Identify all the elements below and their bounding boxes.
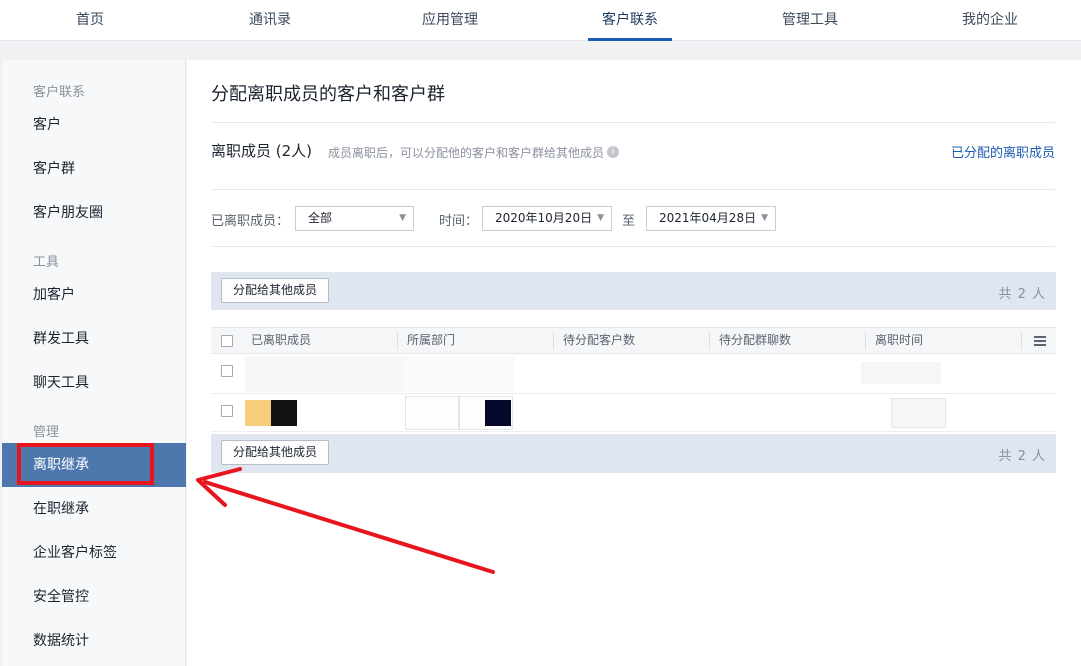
sidebar-group-tools: 工具 <box>33 255 60 270</box>
main-panel: 分配离职成员的客户和客户群 离职成员 (2人) 成员离职后，可以分配他的客户和客… <box>187 60 1081 666</box>
action-bar-bottom: 分配给其他成员 共 2 人 <box>211 434 1056 473</box>
column-separator <box>553 332 554 350</box>
avatar <box>485 400 511 426</box>
sidebar-item-add-customer[interactable]: 加客户 <box>2 273 186 317</box>
sidebar-item-statistics[interactable]: 数据统计 <box>2 619 186 663</box>
annotation-highlight-box <box>17 443 154 485</box>
redacted-resign-time <box>891 398 946 428</box>
divider <box>211 189 1055 190</box>
sidebar-item-customers[interactable]: 客户 <box>2 103 186 147</box>
column-separator <box>397 332 398 350</box>
redacted-department <box>405 356 515 392</box>
sidebar-item-chat-tools[interactable]: 聊天工具 <box>2 361 186 405</box>
total-count: 共 2 人 <box>998 449 1046 464</box>
chevron-down-icon: ▼ <box>761 213 768 223</box>
sidebar-item-customer-groups[interactable]: 客户群 <box>2 147 186 191</box>
sidebar-item-active-inheritance[interactable]: 在职继承 <box>2 487 186 531</box>
page-title: 分配离职成员的客户和客户群 <box>211 84 445 105</box>
column-menu-icon[interactable] <box>1034 336 1046 346</box>
row-checkbox[interactable] <box>221 405 233 417</box>
assigned-members-link[interactable]: 已分配的离职成员 <box>951 142 1055 161</box>
assign-to-others-button[interactable]: 分配给其他成员 <box>221 440 330 465</box>
member-select-value: 全部 <box>308 211 333 225</box>
member-filter-label: 已离职成员： <box>211 214 290 229</box>
sidebar-item-security[interactable]: 安全管控 <box>2 575 186 619</box>
row-checkbox[interactable] <box>221 365 233 377</box>
divider <box>211 122 1055 123</box>
column-separator <box>1021 332 1022 350</box>
col-pending-group-chats[interactable]: 待分配群聊数 <box>719 328 791 353</box>
chevron-down-icon: ▼ <box>399 213 406 223</box>
table-row[interactable] <box>211 354 1056 394</box>
sidebar-item-mass-send[interactable]: 群发工具 <box>2 317 186 361</box>
time-filter-label: 时间： <box>439 214 479 229</box>
member-select[interactable]: 全部 ▼ <box>295 206 414 231</box>
start-date-value: 2020年10月20日 <box>495 211 593 225</box>
col-resigned-member[interactable]: 已离职成员 <box>251 328 311 353</box>
table-header: 已离职成员 所属部门 待分配客户数 待分配群聊数 离职时间 <box>211 327 1056 354</box>
sidebar-group-customer-contact: 客户联系 <box>33 85 86 100</box>
sidebar: 客户联系 客户 客户群 客户朋友圈 工具 加客户 群发工具 聊天工具 管理 离职… <box>2 60 186 666</box>
section-title: 离职成员 (2人) <box>211 142 313 160</box>
column-separator <box>865 332 866 350</box>
info-icon[interactable]: i <box>607 146 619 158</box>
column-separator <box>709 332 710 350</box>
start-date-select[interactable]: 2020年10月20日 ▼ <box>482 206 612 231</box>
select-all-checkbox[interactable] <box>221 335 233 347</box>
tab-admin-tools[interactable]: 管理工具 <box>750 0 870 41</box>
top-nav: 首页 通讯录 应用管理 客户联系 管理工具 我的企业 <box>0 0 1081 41</box>
table-row[interactable] <box>211 394 1056 432</box>
avatar <box>245 400 271 426</box>
redacted-resign-time <box>861 362 941 384</box>
sidebar-group-management: 管理 <box>33 425 60 440</box>
redacted-member <box>245 356 405 392</box>
sidebar-item-customer-tags[interactable]: 企业客户标签 <box>2 531 186 575</box>
to-label: 至 <box>622 214 636 229</box>
section-hint: 成员离职后，可以分配他的客户和客户群给其他成员 <box>328 146 605 160</box>
avatar <box>271 400 297 426</box>
tab-app-management[interactable]: 应用管理 <box>390 0 510 41</box>
col-pending-customers[interactable]: 待分配客户数 <box>563 328 635 353</box>
col-department[interactable]: 所属部门 <box>407 328 455 353</box>
divider <box>211 246 1055 247</box>
col-resign-time[interactable]: 离职时间 <box>875 328 923 353</box>
total-count: 共 2 人 <box>998 287 1046 302</box>
action-bar-top: 分配给其他成员 共 2 人 <box>211 272 1056 310</box>
assign-to-others-button[interactable]: 分配给其他成员 <box>221 278 330 303</box>
sidebar-item-moments[interactable]: 客户朋友圈 <box>2 191 186 235</box>
end-date-select[interactable]: 2021年04月28日 ▼ <box>646 206 776 231</box>
end-date-value: 2021年04月28日 <box>659 211 757 225</box>
tab-my-enterprise[interactable]: 我的企业 <box>930 0 1050 41</box>
tab-customer-contact[interactable]: 客户联系 <box>570 0 690 41</box>
redacted-department <box>405 396 459 430</box>
tab-home[interactable]: 首页 <box>30 0 150 41</box>
tab-contacts[interactable]: 通讯录 <box>210 0 330 41</box>
chevron-down-icon: ▼ <box>597 213 604 223</box>
